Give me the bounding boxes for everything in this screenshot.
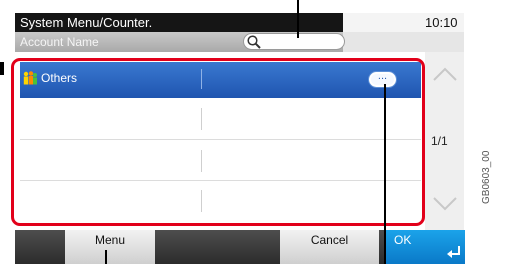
callout-line [105,250,107,264]
clock: 10:10 [425,15,458,30]
search-icon[interactable] [246,34,262,50]
scroll-down-button[interactable] [429,185,461,221]
callout-line [297,0,299,38]
highlight-outline [11,58,425,226]
cancel-button[interactable]: Cancel [280,230,379,264]
column-header-right [343,32,464,52]
enter-icon [447,246,460,258]
account-name-header: Account Name [20,35,99,49]
callout-line [384,84,386,264]
scroll-up-button[interactable] [429,57,461,93]
page-indicator: 1/1 [431,134,448,148]
callout-marker [0,62,4,75]
menu-button[interactable]: Menu [65,230,155,264]
figure-code: GB0603_00 [481,150,492,204]
screen-title: System Menu/Counter. [20,15,153,30]
